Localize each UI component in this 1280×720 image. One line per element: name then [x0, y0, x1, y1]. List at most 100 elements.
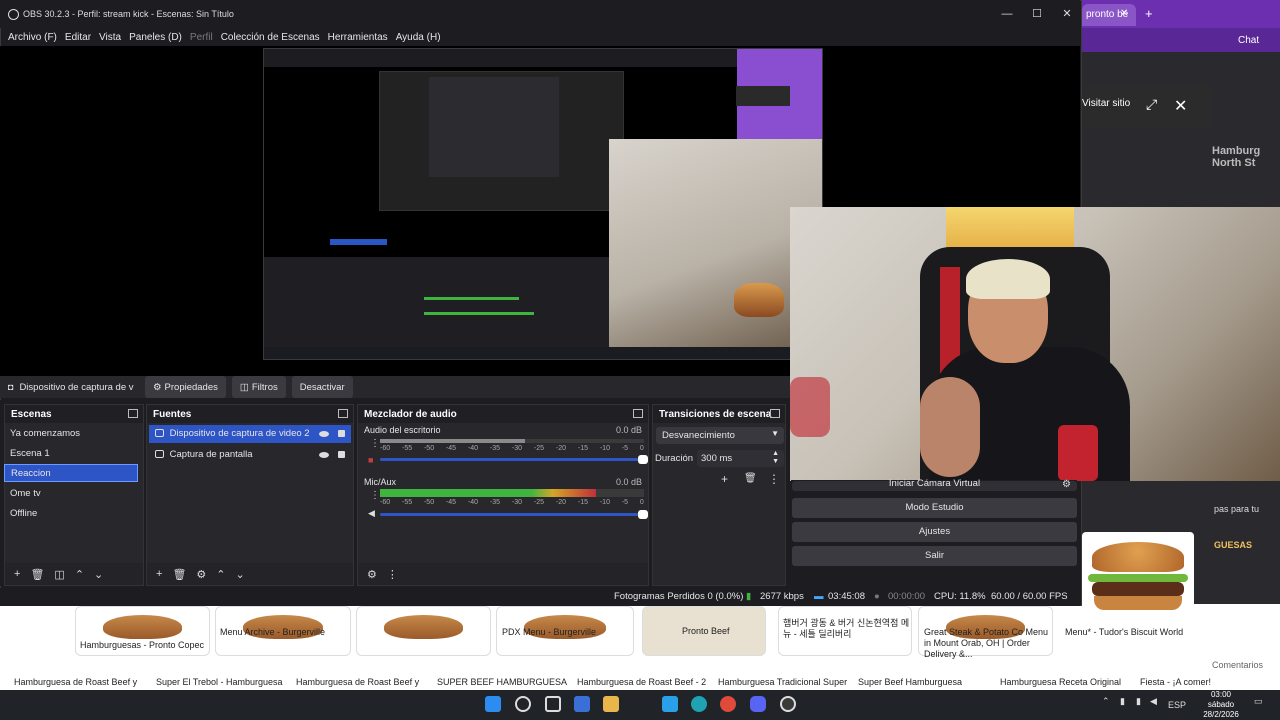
duration-input[interactable]: 300 ms ▲ ▼: [697, 450, 784, 467]
spinner-icon[interactable]: ▲ ▼: [772, 450, 779, 466]
discord-icon[interactable]: [750, 696, 766, 712]
move-down-icon[interactable]: ⌄: [236, 568, 245, 581]
speaker-icon[interactable]: ◀: [368, 508, 378, 518]
file-explorer-icon[interactable]: [603, 696, 619, 712]
browser-new-tab-icon[interactable]: +: [1145, 6, 1153, 21]
undock-icon[interactable]: [633, 409, 643, 418]
result-title[interactable]: Hamburguesa Tradicional Super: [718, 677, 847, 687]
move-down-icon[interactable]: ⌄: [94, 568, 103, 581]
result-title[interactable]: Hamburguesa de Roast Beef y: [296, 677, 419, 687]
settings-button[interactable]: Ajustes: [792, 522, 1077, 542]
virtual-camera-button[interactable]: Iniciar Cámara Virtual: [792, 479, 1077, 491]
edge-icon[interactable]: [691, 696, 707, 712]
add-transition-icon[interactable]: +: [721, 472, 728, 486]
more-options-icon[interactable]: ⋮: [387, 568, 398, 581]
language-indicator[interactable]: ESP: [1168, 700, 1186, 710]
obs-taskbar-icon[interactable]: [780, 696, 796, 712]
studio-mode-button[interactable]: Modo Estudio: [792, 498, 1077, 518]
scene-item[interactable]: Offline: [4, 505, 138, 523]
result-caption[interactable]: Menu Archive - Burgerville: [220, 627, 325, 637]
gear-icon[interactable]: ⚙: [196, 568, 206, 581]
more-options-icon[interactable]: ⋮: [768, 472, 780, 486]
result-caption[interactable]: Great Steak & Potato Co Menu in Mount Or…: [924, 627, 1054, 660]
task-view-icon[interactable]: [545, 696, 561, 712]
exit-button[interactable]: Salir: [792, 546, 1077, 566]
maximize-button[interactable]: ☐: [1022, 6, 1052, 22]
result-caption[interactable]: PDX Menu - Burgerville: [502, 627, 596, 637]
result-title[interactable]: Fiesta - ¡A comer!: [1140, 677, 1211, 687]
mic-icon[interactable]: ▮: [1136, 696, 1141, 707]
result-image[interactable]: [356, 606, 491, 656]
menu-editar[interactable]: Editar: [65, 32, 91, 43]
lock-icon[interactable]: [338, 430, 345, 437]
network-icon[interactable]: ▮: [1120, 696, 1125, 707]
obs-titlebar[interactable]: OBS 30.2.3 - Perfil: stream kick - Escen…: [0, 0, 1080, 28]
properties-button[interactable]: ⚙ Propiedades: [145, 376, 226, 398]
result-caption[interactable]: Menu* - Tudor's Biscuit World: [1065, 627, 1183, 637]
visit-site-button[interactable]: Visitar sitio: [1082, 98, 1130, 109]
clock[interactable]: 03:00 sábado 28/2/2026: [1198, 690, 1244, 720]
search-icon[interactable]: [515, 696, 531, 712]
advanced-audio-icon[interactable]: ⚙: [367, 568, 377, 581]
trash-icon[interactable]: 🗑: [30, 568, 44, 581]
add-icon[interactable]: +: [14, 568, 20, 580]
burger-result-image[interactable]: [1082, 532, 1194, 620]
trash-icon[interactable]: 🗑: [172, 568, 186, 581]
scene-item[interactable]: Escena 1: [4, 445, 138, 463]
tray-chevron-icon[interactable]: ⌃: [1102, 696, 1110, 707]
close-panel-icon[interactable]: ✕: [1174, 96, 1187, 116]
result-title[interactable]: Super Beef Hamburguesa: [858, 677, 962, 687]
visibility-eye-icon[interactable]: [319, 452, 329, 458]
menu-ayuda[interactable]: Ayuda (H): [396, 32, 441, 43]
result-caption[interactable]: Hamburguesas - Pronto Copec: [80, 640, 204, 650]
notification-icon[interactable]: ▭: [1254, 696, 1263, 707]
windows-start-icon[interactable]: [485, 696, 501, 712]
menu-vista[interactable]: Vista: [99, 32, 121, 43]
scene-item-active[interactable]: Reaccion: [4, 464, 138, 482]
move-up-icon[interactable]: ⌃: [75, 568, 84, 581]
menu-perfil[interactable]: Perfil: [190, 32, 213, 43]
undock-icon[interactable]: [338, 409, 348, 418]
deactivate-button[interactable]: Desactivar: [291, 376, 353, 398]
slider-knob[interactable]: [638, 510, 648, 519]
visibility-eye-icon[interactable]: [319, 431, 329, 437]
slider-knob[interactable]: [638, 455, 648, 464]
menu-archivo[interactable]: Archivo (F): [8, 32, 57, 43]
volume-slider[interactable]: [380, 455, 648, 464]
filter-icon[interactable]: ◫: [54, 568, 64, 581]
undock-icon[interactable]: [770, 409, 780, 418]
move-up-icon[interactable]: ⌃: [216, 568, 225, 581]
open-external-icon[interactable]: ⤢: [1146, 96, 1157, 113]
undock-icon[interactable]: [128, 409, 138, 418]
volume-slider[interactable]: [380, 510, 648, 519]
channel-menu-icon[interactable]: ⋮: [370, 439, 380, 449]
menu-coleccion-escenas[interactable]: Colección de Escenas: [221, 32, 320, 43]
store-icon[interactable]: [662, 696, 678, 712]
channel-menu-icon[interactable]: ⋮: [370, 491, 380, 501]
close-button[interactable]: ✕: [1052, 6, 1082, 22]
minimize-button[interactable]: —: [992, 6, 1022, 22]
volume-icon[interactable]: ◀: [1150, 696, 1157, 707]
widgets-icon[interactable]: [574, 696, 590, 712]
transition-select[interactable]: Desvanecimiento ▼: [656, 427, 784, 444]
result-caption[interactable]: 햄버거 광동 & 버거 신논현역점 메뉴 - 세틀 딜리버리: [783, 618, 911, 640]
result-title[interactable]: Hamburguesa de Roast Beef y: [14, 677, 137, 687]
muted-speaker-icon[interactable]: ■: [368, 455, 378, 465]
menu-herramientas[interactable]: Herramientas: [328, 32, 388, 43]
comments-link[interactable]: Comentarios: [1212, 660, 1263, 670]
scene-item[interactable]: Ya comenzamos: [4, 425, 138, 443]
result-caption[interactable]: Pronto Beef: [682, 626, 730, 636]
result-title[interactable]: Super El Trebol - Hamburguesa: [156, 677, 283, 687]
result-title[interactable]: Hamburguesa Receta Original: [1000, 677, 1121, 687]
chrome-icon[interactable]: [720, 696, 736, 712]
scene-item[interactable]: Ome tv: [4, 485, 138, 503]
add-icon[interactable]: +: [156, 568, 162, 580]
menu-paneles[interactable]: Paneles (D): [129, 32, 182, 43]
lock-icon[interactable]: [338, 451, 345, 458]
result-title[interactable]: SUPER BEEF HAMBURGUESA: [437, 677, 567, 687]
browser-tab-close-icon[interactable]: ✕: [1120, 8, 1128, 19]
result-title[interactable]: Hamburguesa de Roast Beef - 2: [577, 677, 706, 687]
filters-button[interactable]: ◫ Filtros: [231, 376, 286, 398]
virtual-camera-settings-icon[interactable]: ⚙: [1062, 479, 1071, 490]
browser-chat-button[interactable]: Chat: [1232, 32, 1276, 50]
